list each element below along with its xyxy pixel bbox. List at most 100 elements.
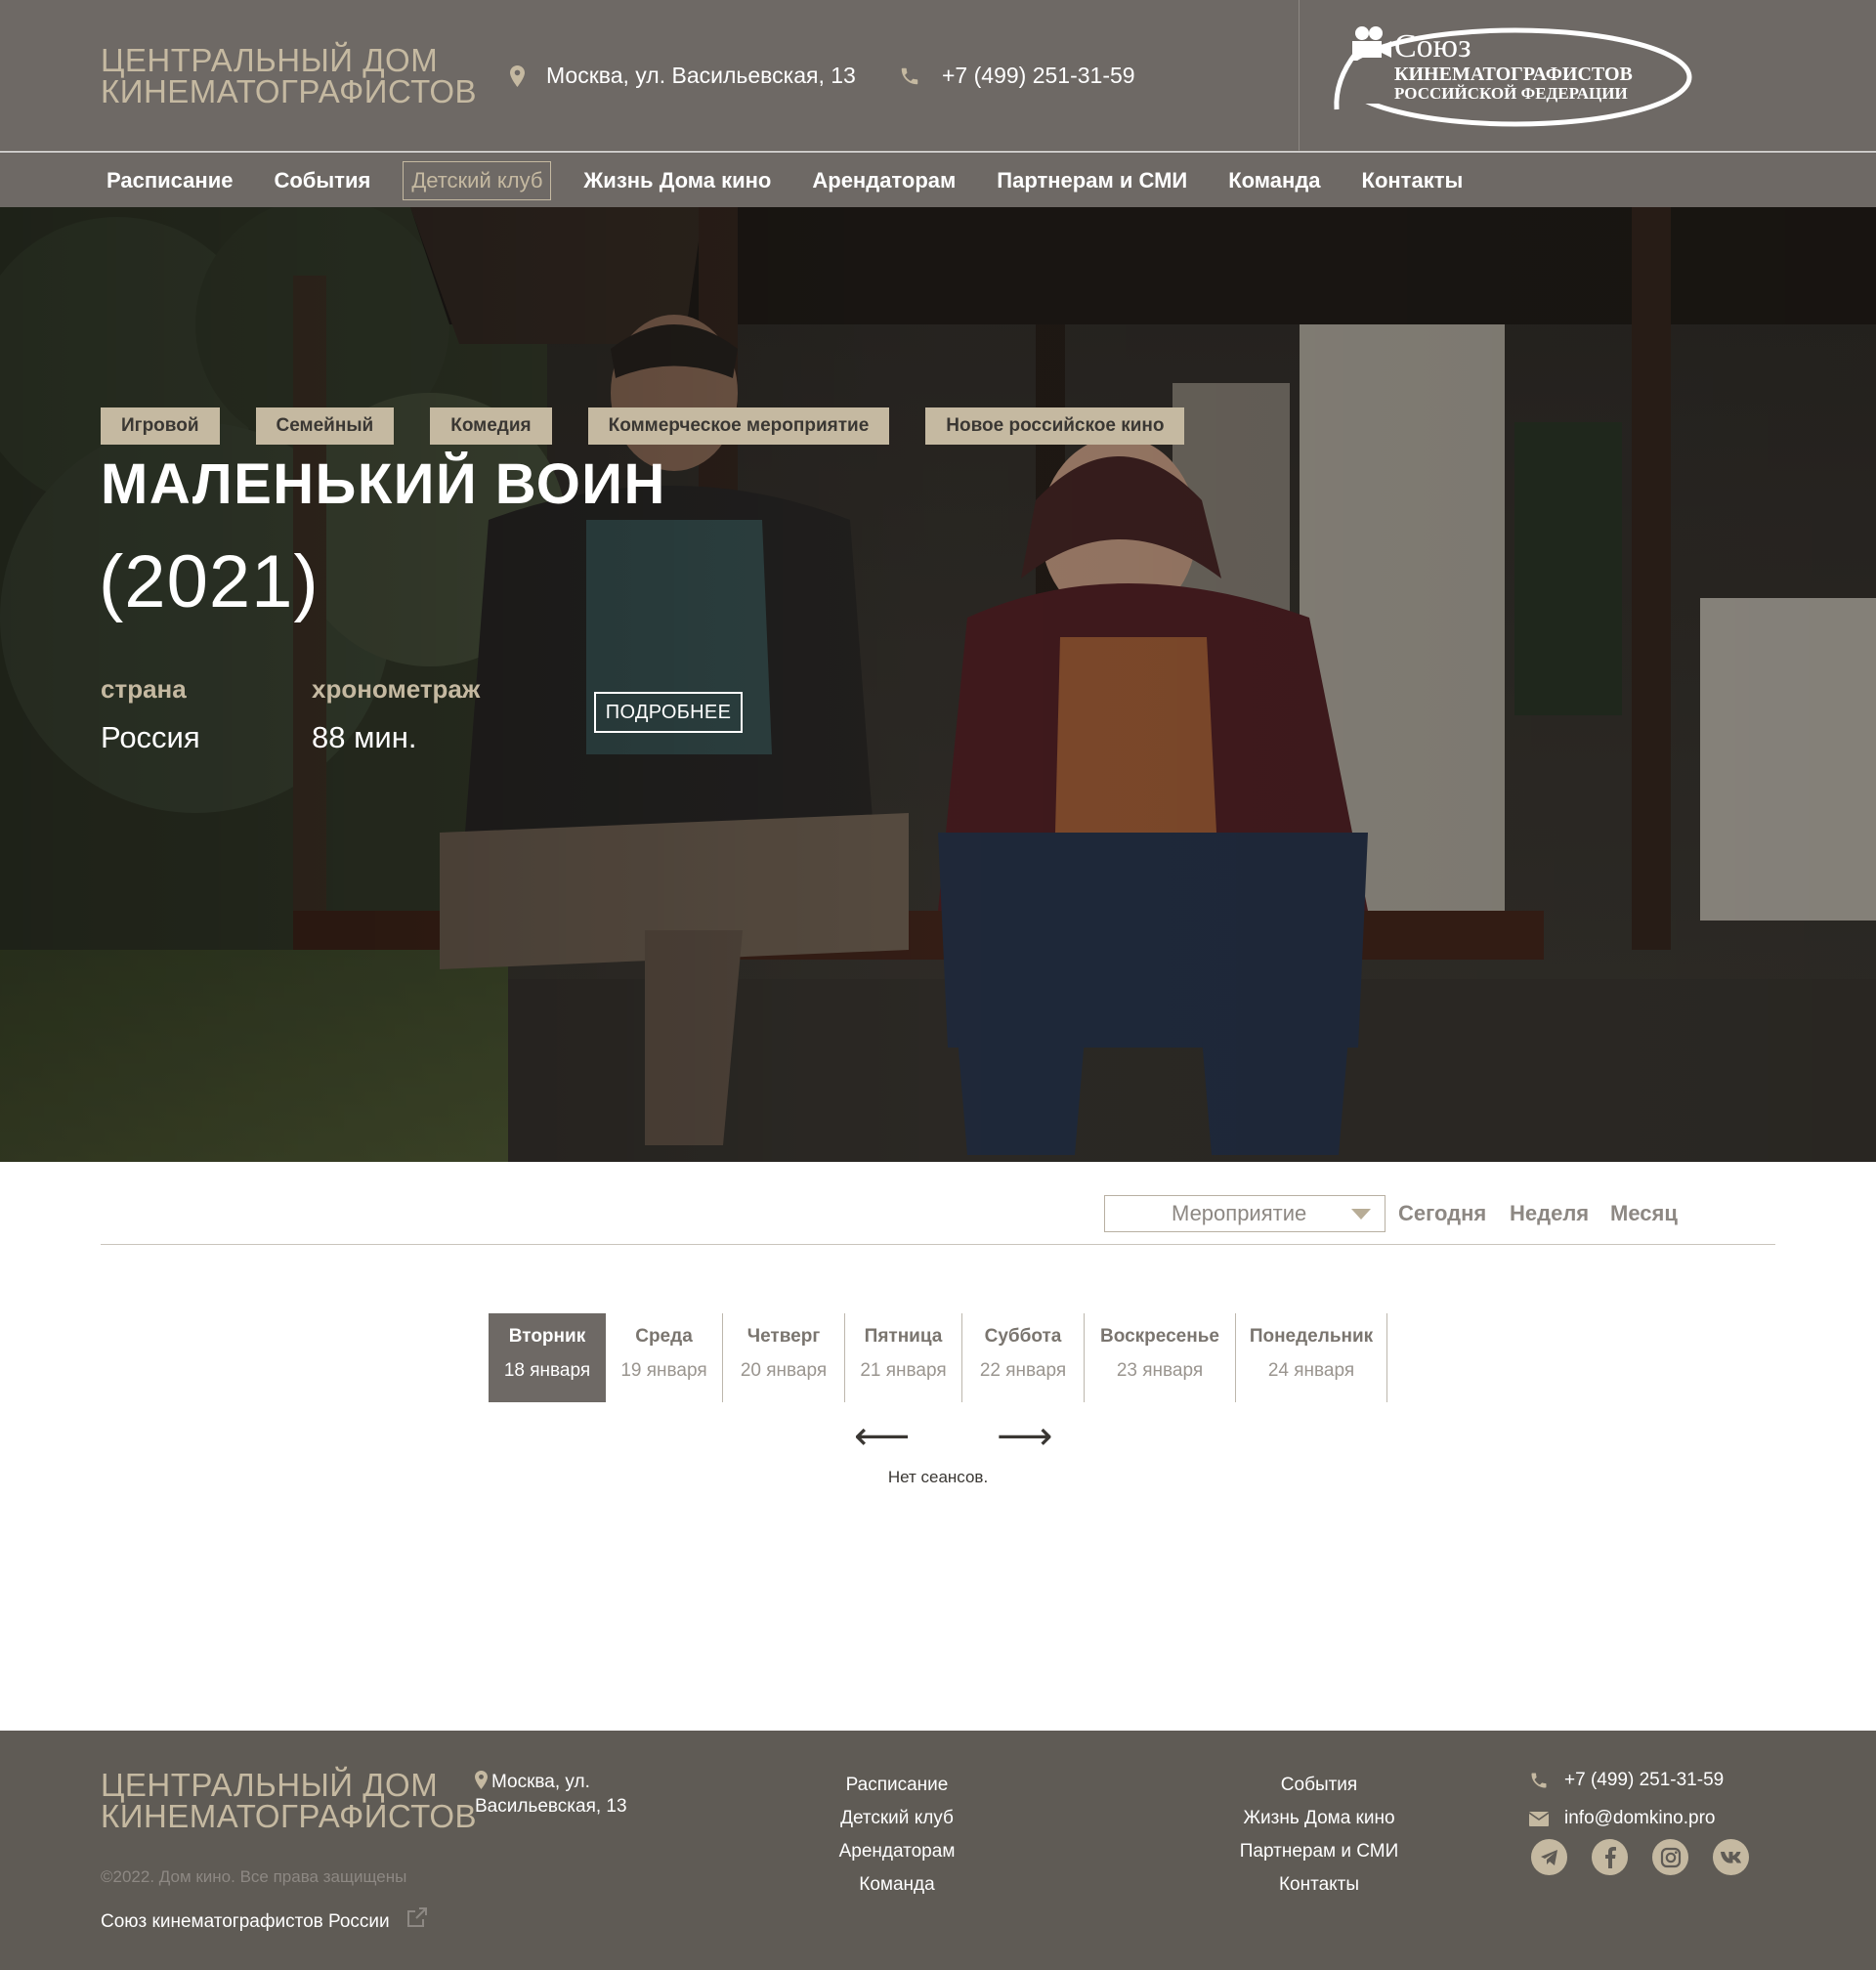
footer-brand-line-1: ЦЕНТРАЛЬНЫЙ ДОМ xyxy=(101,1767,439,1803)
arrow-right-icon[interactable]: ⟶ xyxy=(997,1417,1052,1456)
day-date: 23 января xyxy=(1116,1360,1204,1381)
day-name: Четверг xyxy=(746,1326,821,1347)
film-hero: Игровой Семейный Комедия Коммерческое ме… xyxy=(0,207,1876,1162)
union-link[interactable]: Союз кинематографистов России xyxy=(101,1907,429,1933)
footer-link-contacts[interactable]: Контакты xyxy=(1221,1868,1417,1902)
film-title: МАЛЕНЬКИЙ ВОИН xyxy=(101,452,666,516)
nav-item-events[interactable]: События xyxy=(265,161,379,200)
copyright-text: ©2022. Дом кино. Все права защищены xyxy=(101,1867,407,1886)
day-date: 24 января xyxy=(1267,1360,1355,1381)
arrow-left-icon[interactable]: ⟵ xyxy=(854,1417,910,1456)
footer-link-partners[interactable]: Партнерам и СМИ xyxy=(1221,1835,1417,1868)
mail-icon xyxy=(1529,1811,1549,1826)
footer-phone-text: +7 (499) 251-31-59 xyxy=(1564,1770,1725,1790)
instagram-icon[interactable] xyxy=(1652,1839,1688,1875)
footer-address-line-2: Васильевская, 13 xyxy=(475,1796,627,1817)
phone-icon xyxy=(1531,1773,1547,1788)
day-name: Суббота xyxy=(984,1326,1062,1347)
genre-tag[interactable]: Комедия xyxy=(430,407,552,445)
period-today-button[interactable]: Сегодня xyxy=(1398,1201,1486,1226)
union-of-cinematographers-logo[interactable]: Союз КИНЕМАТОГРАФИСТОВ РОССИЙСКОЙ ФЕДЕРА… xyxy=(1325,21,1692,129)
telegram-icon[interactable] xyxy=(1531,1839,1567,1875)
nav-item-schedule[interactable]: Расписание xyxy=(98,161,241,200)
day-date: 22 января xyxy=(979,1360,1067,1381)
period-week-button[interactable]: Неделя xyxy=(1510,1201,1589,1226)
more-details-button[interactable]: ПОДРОБНЕЕ xyxy=(594,692,743,733)
footer-nav-column-1: Расписание Детский клуб Арендаторам Кома… xyxy=(799,1769,995,1902)
filter-divider xyxy=(101,1244,1775,1245)
footer-link-tenants[interactable]: Арендаторам xyxy=(799,1835,995,1868)
phone-icon xyxy=(901,67,918,84)
header-phone[interactable]: +7 (499) 251-31-59 xyxy=(899,63,1135,89)
duration-value: 88 мин. xyxy=(312,720,417,754)
day-tab[interactable]: Воскресенье 23 января xyxy=(1085,1313,1236,1402)
facebook-icon[interactable] xyxy=(1592,1839,1628,1875)
header-address: Москва, ул. Васильевская, 13 xyxy=(510,63,856,89)
day-date: 20 января xyxy=(740,1360,828,1381)
header-divider xyxy=(1299,0,1300,151)
no-sessions-message: Нет сеансов. xyxy=(887,1468,989,1486)
header-address-text: Москва, ул. Васильевская, 13 xyxy=(546,63,856,88)
footer-email[interactable]: info@domkino.pro xyxy=(1529,1808,1715,1829)
day-name: Вторник xyxy=(508,1326,586,1347)
genre-tag[interactable]: Семейный xyxy=(255,407,395,445)
day-name: Воскресенье xyxy=(1100,1326,1219,1347)
footer-link-kids-club[interactable]: Детский клуб xyxy=(799,1802,995,1835)
genre-tag[interactable]: Коммерческое мероприятие xyxy=(587,407,890,445)
footer-link-events[interactable]: События xyxy=(1221,1769,1417,1802)
day-tab[interactable]: Суббота 22 января xyxy=(962,1313,1085,1402)
film-year: (2021) xyxy=(99,540,320,623)
site-logo-text[interactable]: ЦЕНТРАЛЬНЫЙ ДОМ КИНЕМАТОГРАФИСТОВ xyxy=(101,42,478,109)
nav-item-life[interactable]: Жизнь Дома кино xyxy=(575,161,780,200)
day-tab[interactable]: Четверг 20 января xyxy=(723,1313,845,1402)
union-logo-line-2: КИНЕМАТОГРАФИСТОВ xyxy=(1394,64,1633,85)
location-pin-icon xyxy=(475,1771,488,1789)
footer-link-team[interactable]: Команда xyxy=(799,1868,995,1902)
event-type-select-value: Мероприятие xyxy=(1172,1201,1307,1225)
union-logo-line-1: Союз xyxy=(1394,28,1471,64)
day-date: 18 января xyxy=(503,1360,591,1381)
genre-tag[interactable]: Игровой xyxy=(101,407,220,445)
day-tab[interactable]: Вторник 18 января xyxy=(489,1313,606,1402)
footer-nav-column-2: События Жизнь Дома кино Партнерам и СМИ … xyxy=(1221,1769,1417,1902)
footer-logo-text[interactable]: ЦЕНТРАЛЬНЫЙ ДОМ КИНЕМАТОГРАФИСТОВ xyxy=(101,1767,477,1832)
brand-line-1: ЦЕНТРАЛЬНЫЙ ДОМ xyxy=(101,42,439,78)
period-month-button[interactable]: Месяц xyxy=(1610,1201,1678,1226)
film-still-image xyxy=(0,207,1876,1162)
footer-phone[interactable]: +7 (499) 251-31-59 xyxy=(1529,1770,1724,1791)
brand-line-2: КИНЕМАТОГРАФИСТОВ xyxy=(101,73,478,109)
main-nav: Расписание События Детский клуб Жизнь До… xyxy=(0,152,1876,207)
day-name: Понедельник xyxy=(1249,1326,1374,1347)
nav-item-partners[interactable]: Партнерам и СМИ xyxy=(988,161,1196,200)
header-phone-text: +7 (499) 251-31-59 xyxy=(942,63,1135,88)
footer-link-schedule[interactable]: Расписание xyxy=(799,1769,995,1802)
day-tab[interactable]: Понедельник 24 января xyxy=(1236,1313,1387,1402)
genre-tags: Игровой Семейный Комедия Коммерческое ме… xyxy=(101,407,1220,445)
event-type-select[interactable]: Мероприятие xyxy=(1104,1195,1386,1232)
day-date: 19 января xyxy=(620,1360,707,1381)
nav-item-team[interactable]: Команда xyxy=(1219,161,1329,200)
day-tab[interactable]: Среда 19 января xyxy=(606,1313,723,1402)
day-selector: Вторник 18 января Среда 19 января Четвер… xyxy=(489,1313,1387,1402)
footer-email-text: info@domkino.pro xyxy=(1564,1808,1716,1828)
nav-item-tenants[interactable]: Арендаторам xyxy=(803,161,964,200)
union-link-text: Союз кинематографистов России xyxy=(101,1911,390,1932)
day-date: 21 января xyxy=(860,1360,947,1381)
location-pin-icon xyxy=(510,64,525,87)
day-name: Пятница xyxy=(864,1326,943,1347)
day-tab[interactable]: Пятница 21 января xyxy=(845,1313,962,1402)
nav-item-contacts[interactable]: Контакты xyxy=(1353,161,1472,200)
main-nav-list: Расписание События Детский клуб Жизнь До… xyxy=(98,161,1495,200)
country-label: страна xyxy=(101,674,187,704)
external-link-icon xyxy=(406,1907,427,1927)
footer-link-life[interactable]: Жизнь Дома кино xyxy=(1221,1802,1417,1835)
film-camera-icon xyxy=(1352,26,1391,58)
film-duration: хронометраж 88 мин. xyxy=(312,674,480,755)
vk-icon[interactable] xyxy=(1713,1839,1749,1875)
chevron-down-icon xyxy=(1351,1209,1371,1220)
nav-item-kids-club[interactable]: Детский клуб xyxy=(403,161,552,200)
genre-tag[interactable]: Новое российское кино xyxy=(925,407,1185,445)
film-country: страна Россия xyxy=(101,674,200,755)
footer-address-line-1: Москва, ул. xyxy=(491,1772,590,1792)
site-header: ЦЕНТРАЛЬНЫЙ ДОМ КИНЕМАТОГРАФИСТОВ Москва… xyxy=(0,0,1876,151)
